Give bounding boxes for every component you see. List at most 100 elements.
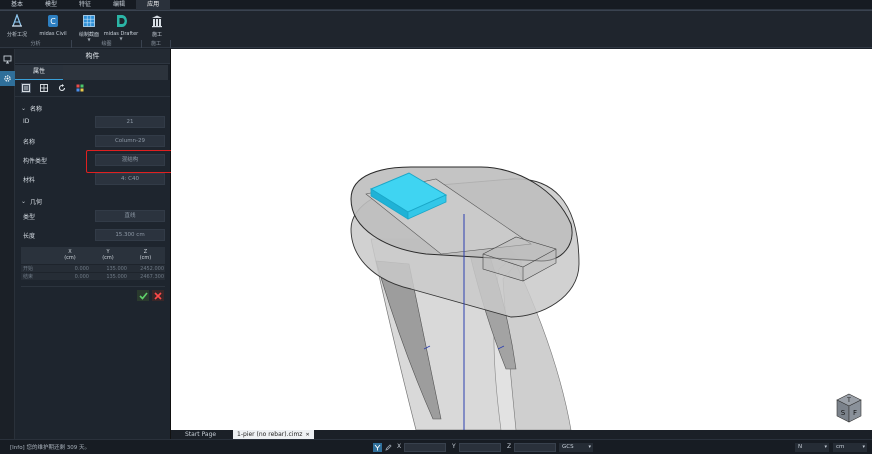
tab-strip-filler	[63, 65, 168, 80]
midas-civil-button[interactable]: C midas Civil	[37, 13, 69, 41]
coord-cell: 结束	[23, 274, 34, 280]
z-coordinate-input[interactable]	[514, 443, 556, 452]
coord-cell: 0.000	[74, 274, 89, 280]
field-material-label: 材料	[23, 177, 36, 184]
analysis-icon	[10, 14, 24, 28]
coord-cell: 开始	[23, 266, 34, 272]
field-name-label: 名称	[23, 139, 36, 146]
table-row[interactable]: 开始 0.000 135.000 2452.000	[21, 264, 165, 272]
edit-coordinate-button[interactable]	[384, 443, 393, 452]
tab-start-page[interactable]: Start Page	[181, 430, 220, 439]
snap-toggle-button[interactable]	[373, 443, 382, 452]
coordinates-header: X (cm) Y (cm) Z (cm)	[21, 247, 165, 264]
field-length-value[interactable]: 15.300 cm	[95, 229, 165, 241]
menu-bar: 基本 模型 特征 编辑 应用	[0, 0, 872, 10]
divider	[21, 286, 165, 287]
section-name-label: 名称	[30, 105, 43, 113]
drafter-icon	[114, 14, 128, 28]
field-length: 长度 15.300 cm	[15, 227, 171, 243]
force-unit-select[interactable]: N ▾	[795, 443, 829, 452]
left-toolstrip	[0, 49, 15, 439]
palette-icon	[76, 84, 84, 92]
chevron-down-icon: ▾	[862, 444, 865, 450]
grid-icon	[82, 14, 96, 28]
table-view-button[interactable]	[39, 83, 49, 93]
field-name: 名称 Column-29	[15, 133, 171, 149]
apply-button[interactable]	[137, 290, 149, 301]
menu-application[interactable]: 应用	[136, 0, 171, 10]
field-length-label: 长度	[23, 233, 36, 240]
section-geometry-label: 几何	[30, 198, 43, 206]
menu-edit[interactable]: 编辑	[102, 0, 136, 10]
section-name-header[interactable]: ⌄ 名称	[15, 102, 42, 114]
panel-tabs: 属性	[15, 64, 170, 80]
coord-cell: 135.000	[106, 274, 127, 280]
chevron-down-icon: ⌄	[21, 104, 27, 112]
menu-model[interactable]: 模型	[34, 0, 68, 10]
settings-button[interactable]	[0, 71, 15, 86]
tab-properties[interactable]: 属性	[15, 65, 63, 80]
coord-header-x: X (cm)	[64, 249, 76, 261]
field-material-value[interactable]: 4: C40	[95, 173, 165, 185]
monitor-button[interactable]	[0, 52, 15, 67]
viewcube-side-label: S	[841, 409, 846, 417]
ribbon-group-analysis: 分析	[0, 40, 72, 48]
field-id: ID 21	[15, 114, 171, 130]
cancel-button[interactable]	[152, 290, 164, 301]
highlight-box	[86, 150, 175, 173]
analysis-case-button[interactable]: 分析工况	[4, 13, 30, 41]
x-label: X	[397, 443, 402, 450]
tab-model-file[interactable]: 1-pier (no rebar).cimz ✕	[233, 430, 314, 439]
field-id-label: ID	[23, 118, 30, 125]
draw-section-button[interactable]: 绘制截面 ▼	[78, 13, 100, 42]
table-icon	[40, 84, 48, 92]
coord-cell: 0.000	[74, 266, 89, 272]
construction-button[interactable]: 施工	[148, 13, 166, 41]
list-icon	[22, 84, 30, 92]
z-label: Z	[507, 443, 512, 450]
viewcube-top-label: T	[846, 397, 851, 404]
coordinate-system-value: GCS	[562, 444, 574, 450]
field-geo-type: 类型 直线	[15, 208, 171, 224]
midas-drafter-button[interactable]: midas Drafter ▼	[104, 13, 138, 41]
status-bar: [Info] 您的维护期还剩 309 天。 X Y Z GCS ▾ N ▾ cm…	[0, 439, 872, 454]
y-coordinate-input[interactable]	[459, 443, 501, 452]
coordinate-system-select[interactable]: GCS ▾	[559, 443, 593, 452]
length-unit-select[interactable]: cm ▾	[833, 443, 867, 452]
field-id-value[interactable]: 21	[95, 116, 165, 128]
table-row[interactable]: 结束 0.000 135.000 2467.300	[21, 272, 165, 280]
coord-cell: 2452.000	[140, 266, 164, 272]
field-material: 材料 4: C40	[15, 171, 171, 187]
menu-basic[interactable]: 基本	[0, 0, 34, 10]
chevron-down-icon: ▾	[824, 444, 827, 450]
monitor-icon	[3, 55, 12, 64]
viewcube-front-label: F	[853, 409, 857, 417]
refresh-button[interactable]	[57, 83, 67, 93]
length-unit-value: cm	[836, 444, 845, 450]
model-viewport[interactable]: T S F	[171, 49, 872, 430]
color-palette-button[interactable]	[75, 83, 85, 93]
check-icon	[138, 291, 148, 300]
property-panel: 构件 属性 ⌄ 名称 ID 21 名称 Column-29 构件类型 混结构 材…	[15, 49, 175, 439]
chevron-down-icon: ▾	[588, 444, 591, 450]
close-icon[interactable]: ✕	[305, 432, 309, 438]
field-name-value[interactable]: Column-29	[95, 135, 165, 147]
x-coordinate-input[interactable]	[404, 443, 446, 452]
axis-snap-icon	[374, 444, 381, 451]
ribbon-group-construction: 施工	[142, 40, 171, 48]
menu-feature[interactable]: 特征	[68, 0, 102, 10]
section-geometry-header[interactable]: ⌄ 几何	[15, 195, 42, 207]
coord-header-blank	[21, 247, 51, 264]
force-unit-value: N	[798, 444, 803, 450]
close-icon	[154, 291, 162, 300]
gear-icon	[4, 75, 11, 82]
field-geo-type-value[interactable]: 直线	[95, 210, 165, 222]
panel-title: 构件	[15, 49, 170, 64]
svg-text:C: C	[50, 17, 56, 26]
list-view-button[interactable]	[21, 83, 31, 93]
view-cube[interactable]: T S F	[835, 392, 863, 424]
ribbon-label: 分析工况	[6, 32, 27, 38]
refresh-icon	[58, 84, 66, 92]
ribbon-label: midas Civil	[39, 31, 67, 37]
coord-cell: 2467.300	[140, 274, 164, 280]
